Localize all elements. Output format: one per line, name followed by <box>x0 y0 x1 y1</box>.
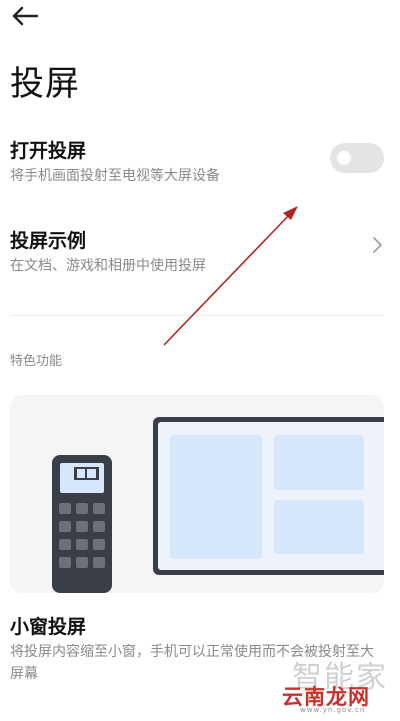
divider <box>10 315 384 316</box>
page-title: 投屏 <box>10 64 80 104</box>
toggle-knob <box>337 151 351 165</box>
mini-window-illustration <box>52 417 384 593</box>
mini-window-title: 小窗投屏 <box>10 616 87 638</box>
phone-illustration <box>52 455 112 593</box>
mini-window-illustration-card <box>10 395 384 593</box>
cast-toggle[interactable] <box>330 143 384 173</box>
cast-examples-row[interactable]: 投屏示例 在文档、游戏和相册中使用投屏 <box>0 215 400 285</box>
tv-screen-illustration <box>153 417 384 575</box>
section-header-features: 特色功能 <box>10 354 63 369</box>
watermark-url: www.yn.gov.cn <box>300 706 366 714</box>
back-arrow-icon <box>12 6 39 26</box>
back-button[interactable] <box>10 3 42 29</box>
cast-examples-title: 投屏示例 <box>10 230 87 252</box>
cast-examples-subtitle: 在文档、游戏和相册中使用投屏 <box>10 258 206 274</box>
cast-setting-subtitle: 将手机画面投射至电视等大屏设备 <box>10 168 220 184</box>
chevron-right-icon <box>373 237 382 253</box>
cast-setting-title: 打开投屏 <box>10 140 87 162</box>
